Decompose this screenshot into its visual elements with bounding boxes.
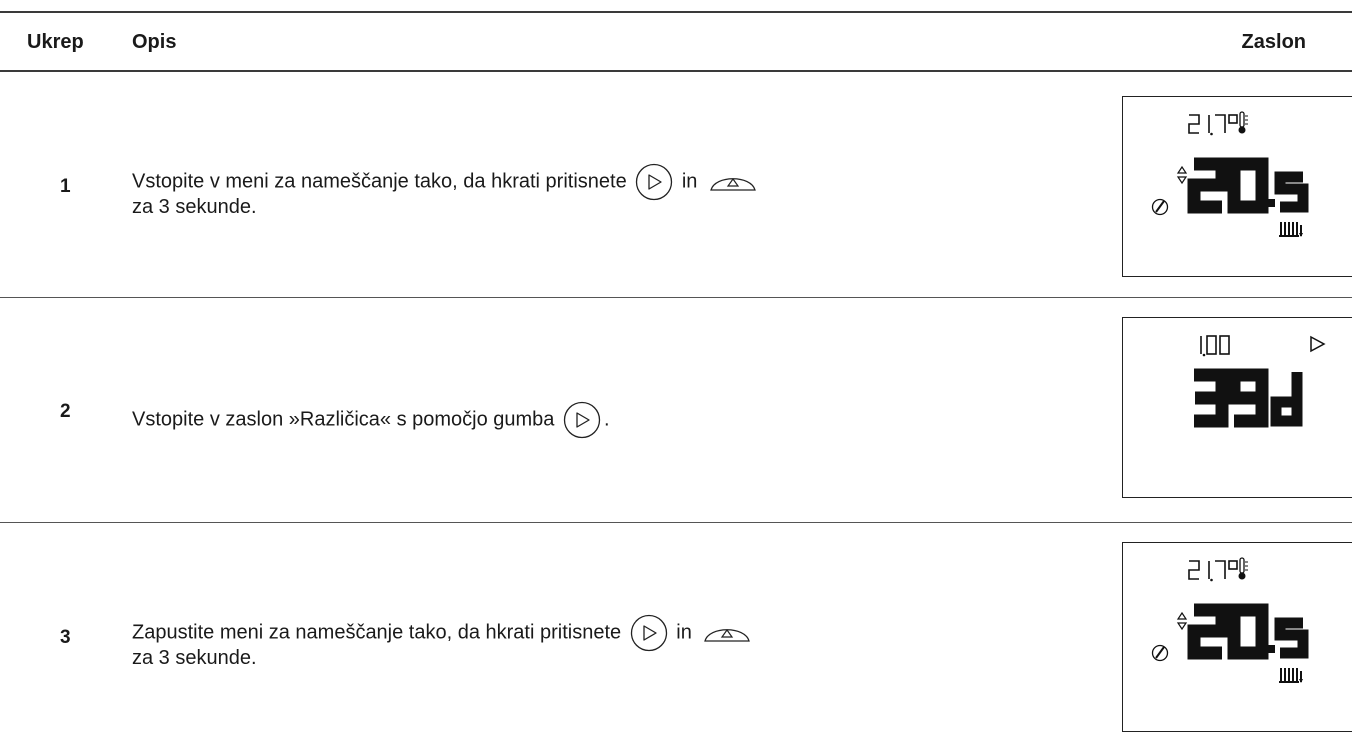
description-text: Vstopite v zaslon »Različica« s pomočjo … [132, 408, 555, 431]
header-step: Ukrep [27, 31, 84, 53]
row-divider [0, 297, 1352, 298]
description-punctuation: . [604, 408, 610, 431]
description-conjunction: in [681, 170, 698, 193]
small-temperature-readout [1188, 560, 1238, 582]
big-parameter-display [1194, 368, 1303, 428]
description-text: Zapustite meni za nameščanje tako, da hk… [132, 621, 622, 644]
next-button-icon [636, 163, 673, 201]
header-description: Opis [132, 31, 177, 53]
up-down-arrows-icon [1176, 611, 1188, 631]
description-line: Vstopite v zaslon »Različica« s pomočjo … [132, 401, 972, 439]
radiator-icon [1279, 668, 1303, 683]
header-bottom-rule [0, 70, 1352, 72]
description-conjunction: in [676, 621, 692, 644]
lcd-display-install-menu [1122, 542, 1352, 732]
header-screen: Zaslon [1241, 31, 1306, 53]
instruction-table: Ukrep Opis Zaslon 1 Vstopite v meni za n… [0, 0, 1352, 742]
wrench-icon [1151, 644, 1169, 662]
thermometer-icon [1238, 557, 1248, 580]
step-number: 3 [60, 627, 71, 648]
next-button-icon [630, 614, 667, 652]
play-right-indicator-icon [1310, 335, 1326, 353]
decimal-point [1267, 199, 1275, 207]
up-down-arrows-icon [1176, 165, 1188, 185]
big-setpoint-display [1187, 157, 1309, 214]
wrench-icon [1151, 198, 1169, 216]
step-number: 2 [60, 401, 71, 422]
radiator-icon [1279, 222, 1303, 237]
up-button-icon [710, 177, 756, 191]
up-button-icon [704, 628, 751, 642]
step-number: 1 [60, 176, 71, 197]
thermometer-icon [1238, 111, 1248, 134]
lcd-display-install-menu [1122, 96, 1352, 277]
small-version-readout [1200, 335, 1230, 357]
description-text: Vstopite v meni za nameščanje tako, da h… [132, 170, 627, 193]
big-setpoint-display [1187, 603, 1309, 660]
lcd-display-version [1122, 317, 1352, 498]
small-temperature-readout [1188, 114, 1238, 136]
step-description: Zapustite meni za nameščanje tako, da hk… [132, 614, 972, 670]
row-divider [0, 522, 1352, 523]
step-description: Vstopite v meni za nameščanje tako, da h… [132, 163, 972, 219]
next-button-icon [563, 401, 601, 439]
step-description: Vstopite v zaslon »Različica« s pomočjo … [132, 401, 972, 439]
table-top-rule [0, 11, 1352, 13]
decimal-point [1267, 645, 1275, 653]
